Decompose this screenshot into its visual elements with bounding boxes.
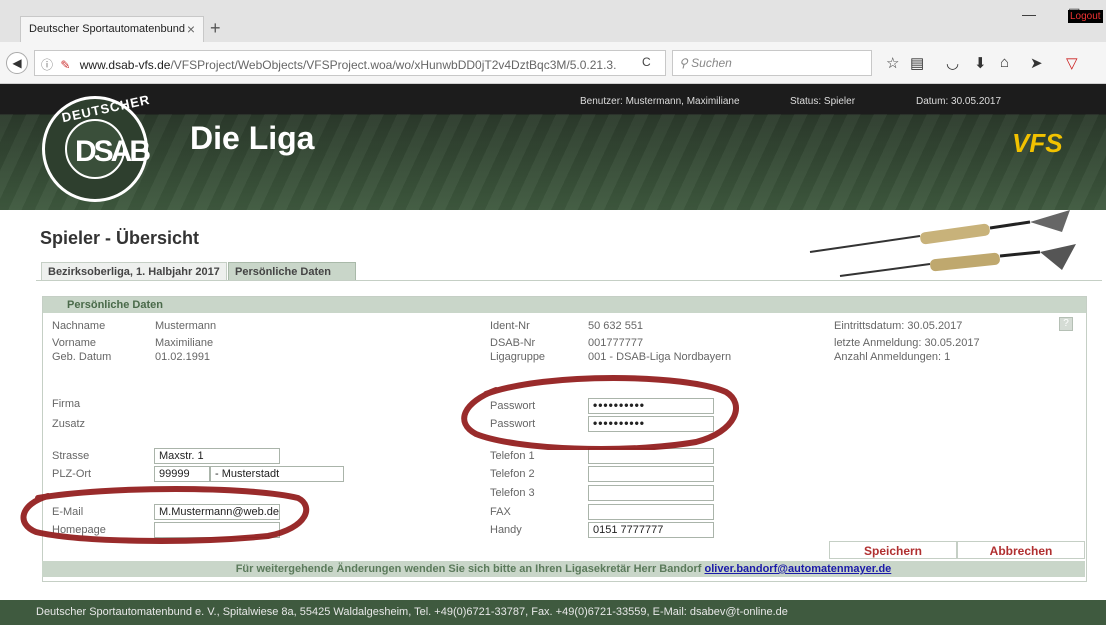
header-texture bbox=[0, 114, 1106, 210]
browser-navbar: ◀ ⓘ ✎ www.dsab-vfs.de/VFSProject/WebObje… bbox=[0, 42, 1106, 84]
handy-field[interactable]: 0151 7777777 bbox=[588, 522, 714, 538]
info-icon[interactable]: ⓘ bbox=[41, 58, 53, 72]
search-icon: ⚲ bbox=[679, 56, 688, 70]
telefon3-field[interactable] bbox=[588, 485, 714, 501]
page-title: Spieler - Übersicht bbox=[40, 228, 200, 248]
browser-tab[interactable]: Deutscher Sportautomatenbund × bbox=[20, 16, 204, 42]
passwort-repeat-field[interactable]: •••••••••• bbox=[588, 416, 714, 432]
ident-nr-label: Ident-Nr bbox=[490, 320, 530, 332]
help-icon[interactable]: ? bbox=[1059, 317, 1073, 331]
homepage-label: Homepage bbox=[52, 524, 106, 536]
send-icon[interactable]: ➤ bbox=[1030, 54, 1043, 72]
tab-underline bbox=[36, 280, 1102, 281]
geb-datum-value: 01.02.1991 bbox=[155, 351, 211, 363]
info-bar: Für weitergehende Änderungen wenden Sie … bbox=[42, 561, 1085, 577]
telefon2-label: Telefon 2 bbox=[490, 468, 535, 480]
minimize-icon[interactable]: — bbox=[1022, 6, 1036, 22]
insecure-lock-icon[interactable]: ✎ bbox=[60, 58, 70, 72]
site-footer: Deutscher Sportautomatenbund e. V., Spit… bbox=[0, 600, 1106, 625]
passwort-field[interactable]: •••••••••• bbox=[588, 398, 714, 414]
star-icon[interactable]: ☆ bbox=[886, 54, 899, 72]
ort-field[interactable]: - Musterstadt bbox=[210, 466, 344, 482]
ligagruppe-label: Ligagruppe bbox=[490, 351, 546, 363]
vorname-value: Maximiliane bbox=[155, 337, 214, 349]
browser-tabbar: Deutscher Sportautomatenbund × + — ☐ bbox=[0, 0, 1106, 42]
logout-button[interactable]: Logout bbox=[1068, 10, 1103, 23]
email-field[interactable]: M.Mustermann@web.de bbox=[154, 504, 280, 520]
secretary-email-link[interactable]: oliver.bandorf@automatenmayer.de bbox=[705, 563, 892, 575]
homepage-field[interactable] bbox=[154, 522, 280, 538]
date-info: Datum: 30.05.2017 bbox=[916, 96, 1002, 107]
fax-field[interactable] bbox=[588, 504, 714, 520]
telefon3-label: Telefon 3 bbox=[490, 487, 535, 499]
telefon1-field[interactable] bbox=[588, 448, 714, 464]
nachname-value: Mustermann bbox=[155, 320, 217, 332]
dart-2 bbox=[839, 244, 1076, 277]
letzte-anmeldung: letzte Anmeldung: 30.05.2017 bbox=[834, 337, 980, 349]
telefon2-field[interactable] bbox=[588, 466, 714, 482]
shield-icon[interactable]: ▽ bbox=[1066, 54, 1078, 72]
vfs-logo: VFS bbox=[1012, 128, 1063, 158]
dsab-nr-value: 001777777 bbox=[588, 337, 644, 349]
site-header: Benutzer: Mustermann, Maximiliane Status… bbox=[0, 84, 1106, 210]
user-info: Benutzer: Mustermann, Maximiliane bbox=[580, 96, 740, 107]
fax-label: FAX bbox=[490, 506, 511, 518]
search-placeholder: Suchen bbox=[691, 56, 732, 70]
plz-field[interactable]: 99999 bbox=[154, 466, 210, 482]
strasse-label: Strasse bbox=[52, 450, 90, 462]
info-text: Für weitergehende Änderungen wenden Sie … bbox=[235, 563, 702, 575]
vorname-label: Vorname bbox=[52, 337, 97, 349]
url-host: www.dsab-vfs.de bbox=[79, 58, 171, 72]
plz-ort-label: PLZ-Ort bbox=[52, 468, 92, 480]
tab-bezirksoberliga[interactable]: Bezirksoberliga, 1. Halbjahr 2017 bbox=[41, 262, 227, 280]
nachname-label: Nachname bbox=[52, 320, 106, 332]
url-bar[interactable]: ⓘ ✎ www.dsab-vfs.de/VFSProject/WebObject… bbox=[34, 50, 666, 76]
anzahl-anmeldungen: Anzahl Anmeldungen: 1 bbox=[834, 351, 951, 363]
status-info: Status: Spieler bbox=[790, 96, 856, 107]
panel-heading: Persönliche Daten bbox=[43, 297, 1086, 313]
zusatz-label: Zusatz bbox=[52, 418, 86, 430]
home-icon[interactable]: ⌂ bbox=[1000, 54, 1009, 71]
tab-persoenliche-daten[interactable]: Persönliche Daten bbox=[228, 262, 356, 280]
logo-inner-ring: DSAB bbox=[65, 119, 151, 179]
download-icon[interactable]: ⬇ bbox=[974, 54, 987, 72]
eintrittsdatum: Eintrittsdatum: 30.05.2017 bbox=[834, 320, 963, 332]
dart-1 bbox=[809, 210, 1070, 253]
pocket-icon[interactable]: ◡ bbox=[946, 54, 959, 72]
strasse-field[interactable]: Maxstr. 1 bbox=[154, 448, 280, 464]
passwort-repeat-label: Passwort bbox=[490, 418, 536, 430]
passwort-label: Passwort bbox=[490, 400, 536, 412]
logo-text-main: DSAB bbox=[75, 135, 151, 168]
ident-nr-value: 50 632 551 bbox=[588, 320, 644, 332]
reading-list-icon[interactable]: ▤ bbox=[910, 54, 924, 72]
geb-datum-label: Geb. Datum bbox=[52, 351, 112, 363]
dsab-logo: DEUTSCHER DSAB bbox=[42, 92, 151, 202]
tab-close-icon[interactable]: × bbox=[187, 21, 195, 37]
url-path: /VFSProject/WebObjects/VFSProject.woa/wo… bbox=[170, 58, 617, 72]
search-input[interactable]: ⚲ Suchen bbox=[672, 50, 872, 76]
ligagruppe-value: 001 - DSAB-Liga Nordbayern bbox=[588, 351, 732, 363]
save-button[interactable]: Speichern bbox=[829, 541, 957, 559]
new-tab-button[interactable]: + bbox=[210, 18, 221, 39]
dsab-nr-label: DSAB-Nr bbox=[490, 337, 536, 349]
darts-image bbox=[809, 210, 1076, 277]
handy-label: Handy bbox=[490, 524, 522, 536]
email-label: E-Mail bbox=[52, 506, 84, 518]
back-icon[interactable]: ◀ bbox=[6, 52, 28, 74]
cancel-button[interactable]: Abbrechen bbox=[957, 541, 1085, 559]
site-title: Die Liga bbox=[190, 120, 315, 156]
tab-title: Deutscher Sportautomatenbund bbox=[29, 23, 185, 35]
firma-label: Firma bbox=[52, 398, 81, 410]
reload-icon[interactable]: C bbox=[642, 55, 651, 69]
telefon1-label: Telefon 1 bbox=[490, 450, 535, 462]
